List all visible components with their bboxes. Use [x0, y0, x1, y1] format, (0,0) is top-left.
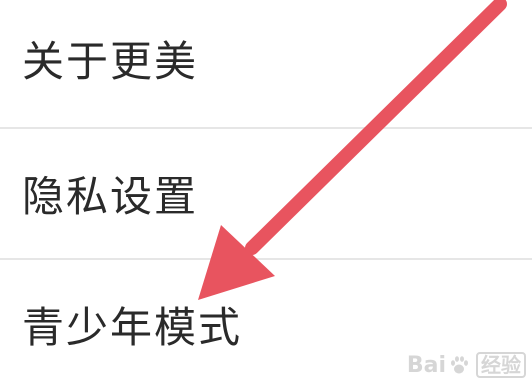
- menu-item-label: 青少年模式: [22, 303, 243, 352]
- paw-icon: [451, 356, 468, 374]
- menu-item-about[interactable]: 关于更美: [0, 0, 532, 128]
- watermark-brand-right: 经验: [476, 352, 526, 378]
- menu-item-label: 关于更美: [22, 37, 199, 86]
- watermark-brand-left: Bai: [406, 352, 446, 378]
- menu-item-label: 隐私设置: [22, 172, 199, 221]
- baidu-jingyan-watermark: Bai 经验: [407, 352, 526, 378]
- menu-item-privacy-settings[interactable]: 隐私设置: [0, 129, 532, 257]
